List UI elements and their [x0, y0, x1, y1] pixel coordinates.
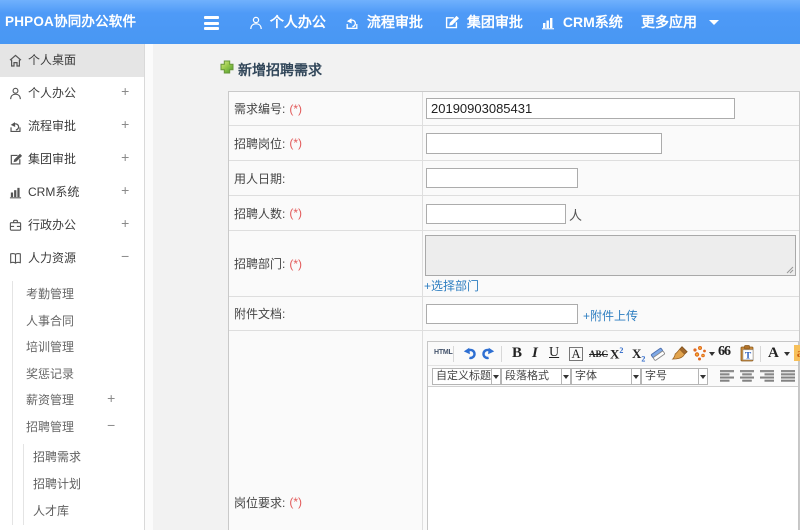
svg-text:T: T: [745, 351, 752, 361]
